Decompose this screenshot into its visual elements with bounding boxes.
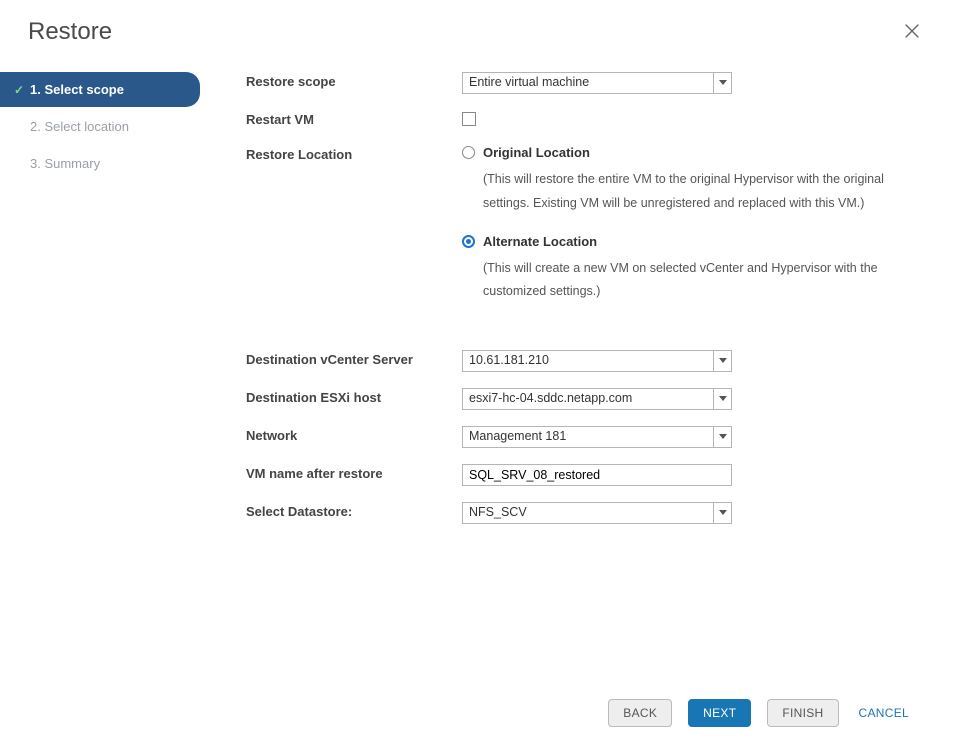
restore-location-label: Restore Location: [246, 145, 462, 162]
restart-vm-checkbox[interactable]: [462, 112, 476, 126]
chevron-down-icon: [713, 351, 731, 371]
restore-location-radiogroup: Original Location (This will restore the…: [462, 145, 892, 334]
row-network: Network Management 181: [246, 426, 933, 448]
vm-name-label: VM name after restore: [246, 464, 462, 481]
check-icon: ✓: [12, 157, 26, 171]
row-restart-vm: Restart VM: [246, 110, 933, 129]
next-button[interactable]: NEXT: [688, 699, 751, 727]
restore-scope-value: Entire virtual machine: [463, 73, 713, 93]
row-vm-name: VM name after restore: [246, 464, 933, 486]
radio-original-description: (This will restore the entire VM to the …: [483, 168, 892, 216]
check-icon: ✓: [12, 83, 26, 97]
datastore-select[interactable]: NFS_SCV: [462, 502, 732, 524]
network-label: Network: [246, 426, 462, 443]
cancel-button[interactable]: CANCEL: [855, 700, 913, 726]
dest-esxi-select[interactable]: esxi7-hc-04.sddc.netapp.com: [462, 388, 732, 410]
step-label: 3. Summary: [30, 156, 100, 171]
finish-button[interactable]: FINISH: [767, 699, 838, 727]
vm-name-input[interactable]: [462, 464, 732, 486]
back-button[interactable]: BACK: [608, 699, 672, 727]
dest-vcenter-select[interactable]: 10.61.181.210: [462, 350, 732, 372]
dialog-footer: BACK NEXT FINISH CANCEL: [0, 685, 953, 743]
radio-alternate-location[interactable]: Alternate Location: [462, 234, 892, 249]
network-select[interactable]: Management 181: [462, 426, 732, 448]
dialog-title: Restore: [28, 18, 112, 46]
datastore-label: Select Datastore:: [246, 502, 462, 519]
dest-esxi-value: esxi7-hc-04.sddc.netapp.com: [463, 389, 713, 409]
row-restore-location: Restore Location Original Location (This…: [246, 145, 933, 334]
radio-original-location[interactable]: Original Location: [462, 145, 892, 160]
chevron-down-icon: [713, 503, 731, 523]
chevron-down-icon: [713, 427, 731, 447]
row-datastore: Select Datastore: NFS_SCV: [246, 502, 933, 524]
restart-vm-label: Restart VM: [246, 110, 462, 127]
dest-vcenter-label: Destination vCenter Server: [246, 350, 462, 367]
chevron-down-icon: [713, 389, 731, 409]
close-icon[interactable]: [899, 18, 925, 44]
step-select-location[interactable]: ✓ 2. Select location: [0, 109, 200, 144]
dest-esxi-label: Destination ESXi host: [246, 388, 462, 405]
wizard-steps: ✓ 1. Select scope ✓ 2. Select location ✓…: [0, 70, 200, 685]
dialog-header: Restore: [0, 0, 953, 60]
step-label: 2. Select location: [30, 119, 129, 134]
step-summary[interactable]: ✓ 3. Summary: [0, 146, 200, 181]
restore-scope-select[interactable]: Entire virtual machine: [462, 72, 732, 94]
check-icon: ✓: [12, 120, 26, 134]
radio-icon: [462, 146, 475, 159]
dest-vcenter-value: 10.61.181.210: [463, 351, 713, 371]
datastore-value: NFS_SCV: [463, 503, 713, 523]
dialog-body: ✓ 1. Select scope ✓ 2. Select location ✓…: [0, 70, 953, 685]
radio-alternate-description: (This will create a new VM on selected v…: [483, 257, 892, 305]
radio-original-label: Original Location: [483, 145, 590, 160]
row-restore-scope: Restore scope Entire virtual machine: [246, 72, 933, 94]
network-value: Management 181: [463, 427, 713, 447]
restore-dialog: Restore ✓ 1. Select scope ✓ 2. Select lo…: [0, 0, 953, 743]
row-dest-esxi: Destination ESXi host esxi7-hc-04.sddc.n…: [246, 388, 933, 410]
radio-icon: [462, 235, 475, 248]
row-dest-vcenter: Destination vCenter Server 10.61.181.210: [246, 350, 933, 372]
step-label: 1. Select scope: [30, 82, 124, 97]
chevron-down-icon: [713, 73, 731, 93]
restore-scope-label: Restore scope: [246, 72, 462, 89]
step-select-scope[interactable]: ✓ 1. Select scope: [0, 72, 200, 107]
radio-alternate-label: Alternate Location: [483, 234, 597, 249]
form-area: Restore scope Entire virtual machine Res…: [200, 70, 953, 685]
